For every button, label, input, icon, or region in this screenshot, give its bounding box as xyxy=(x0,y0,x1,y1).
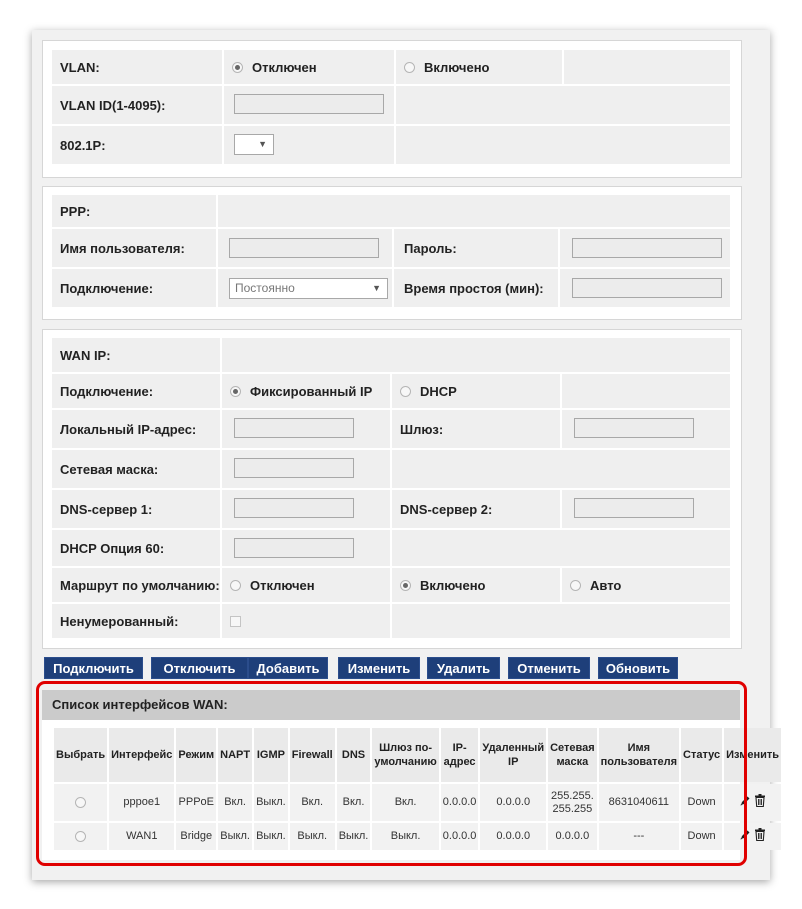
cancel-button[interactable]: Отменить xyxy=(508,657,590,679)
username-label: Имя пользователя: xyxy=(52,229,216,267)
vlan-id-label: VLAN ID(1-4095): xyxy=(52,86,222,124)
chevron-down-icon: ▼ xyxy=(372,283,381,293)
vlan-on-radio[interactable] xyxy=(404,61,415,73)
dhcp60-input[interactable] xyxy=(234,538,354,558)
dhcp-radio[interactable] xyxy=(400,385,411,397)
netmask-input[interactable] xyxy=(234,458,354,478)
trash-icon[interactable] xyxy=(754,828,766,845)
gateway-label: Шлюз: xyxy=(392,410,560,448)
delete-button[interactable]: Удалить xyxy=(427,657,500,679)
connect-button[interactable]: Подключить xyxy=(44,657,143,679)
vlan-off-option[interactable]: Отключен xyxy=(224,50,394,84)
vlan-label: VLAN: xyxy=(52,50,222,84)
trash-icon[interactable] xyxy=(754,794,766,811)
dns2-label: DNS-сервер 2: xyxy=(392,490,560,528)
ppp-connection-select[interactable]: Постоянно ▼ xyxy=(229,278,388,299)
unnumbered-checkbox[interactable] xyxy=(230,615,241,627)
netmask-label: Сетевая маска: xyxy=(52,450,220,488)
route-on-radio[interactable] xyxy=(400,579,411,591)
ppp-title: PPP: xyxy=(52,195,216,227)
disconnect-button[interactable]: Отключить xyxy=(151,657,248,679)
vlan-on-option[interactable]: Включено xyxy=(396,50,562,84)
password-label: Пароль: xyxy=(394,229,558,267)
add-button[interactable]: Добавить xyxy=(248,657,328,679)
route-auto-radio[interactable] xyxy=(570,579,581,591)
wanip-title: WAN IP: xyxy=(52,338,220,372)
route-auto-option[interactable]: Авто xyxy=(562,568,730,602)
fixed-ip-radio[interactable] xyxy=(230,385,241,397)
dhcp60-label: DHCP Опция 60: xyxy=(52,530,220,566)
route-off-radio[interactable] xyxy=(230,579,241,591)
unnumbered-label: Ненумерованный: xyxy=(52,604,220,638)
edit-button[interactable]: Изменить xyxy=(338,657,420,679)
local-ip-input[interactable] xyxy=(234,418,354,438)
idle-input[interactable] xyxy=(572,278,722,298)
gateway-input[interactable] xyxy=(574,418,694,438)
highlight-frame xyxy=(36,681,747,866)
password-input[interactable] xyxy=(572,238,722,258)
ppp-connection-label: Подключение: xyxy=(52,269,216,307)
vlan-id-input[interactable] xyxy=(234,94,384,114)
route-off-option[interactable]: Отключен xyxy=(222,568,390,602)
dns1-input[interactable] xyxy=(234,498,354,518)
chevron-down-icon: ▼ xyxy=(258,139,267,149)
p8021-select[interactable]: ▼ xyxy=(234,134,274,155)
vlan-off-radio[interactable] xyxy=(232,61,243,73)
dns1-label: DNS-сервер 1: xyxy=(52,490,220,528)
fixed-ip-option[interactable]: Фиксированный IP xyxy=(222,374,390,408)
idle-label: Время простоя (мин): xyxy=(394,269,558,307)
username-input[interactable] xyxy=(229,238,379,258)
default-route-label: Маршрут по умолчанию: xyxy=(52,568,220,602)
dhcp-option[interactable]: DHCP xyxy=(392,374,560,408)
p8021-label: 802.1P: xyxy=(52,126,222,164)
route-on-option[interactable]: Включено xyxy=(392,568,560,602)
wanip-connection-label: Подключение: xyxy=(52,374,220,408)
refresh-button[interactable]: Обновить xyxy=(598,657,678,679)
local-ip-label: Локальный IP-адрес: xyxy=(52,410,220,448)
dns2-input[interactable] xyxy=(574,498,694,518)
vlan-empty xyxy=(564,50,730,84)
